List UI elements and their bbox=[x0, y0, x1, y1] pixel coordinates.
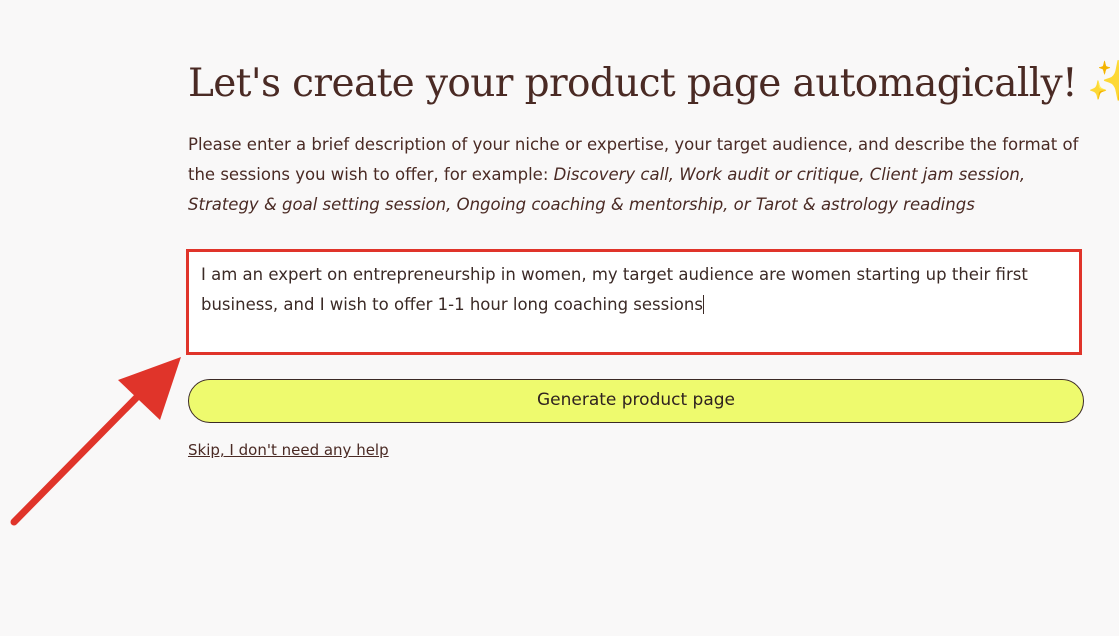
page: Let's create your product page automagic… bbox=[0, 0, 1119, 636]
generate-product-page-button[interactable]: Generate product page bbox=[188, 379, 1084, 423]
sparkles-icon: ✨ bbox=[1087, 59, 1119, 104]
description-input[interactable]: I am an expert on entrepreneurship in wo… bbox=[186, 249, 1082, 355]
page-title: Let's create your product page automagic… bbox=[188, 58, 1119, 106]
description-input-value: I am an expert on entrepreneurship in wo… bbox=[201, 265, 1028, 314]
skip-link[interactable]: Skip, I don't need any help bbox=[188, 441, 389, 459]
text-caret bbox=[702, 295, 704, 314]
instructions-text: Please enter a brief description of your… bbox=[188, 130, 1088, 220]
page-title-text: Let's create your product page automagic… bbox=[188, 61, 1078, 106]
